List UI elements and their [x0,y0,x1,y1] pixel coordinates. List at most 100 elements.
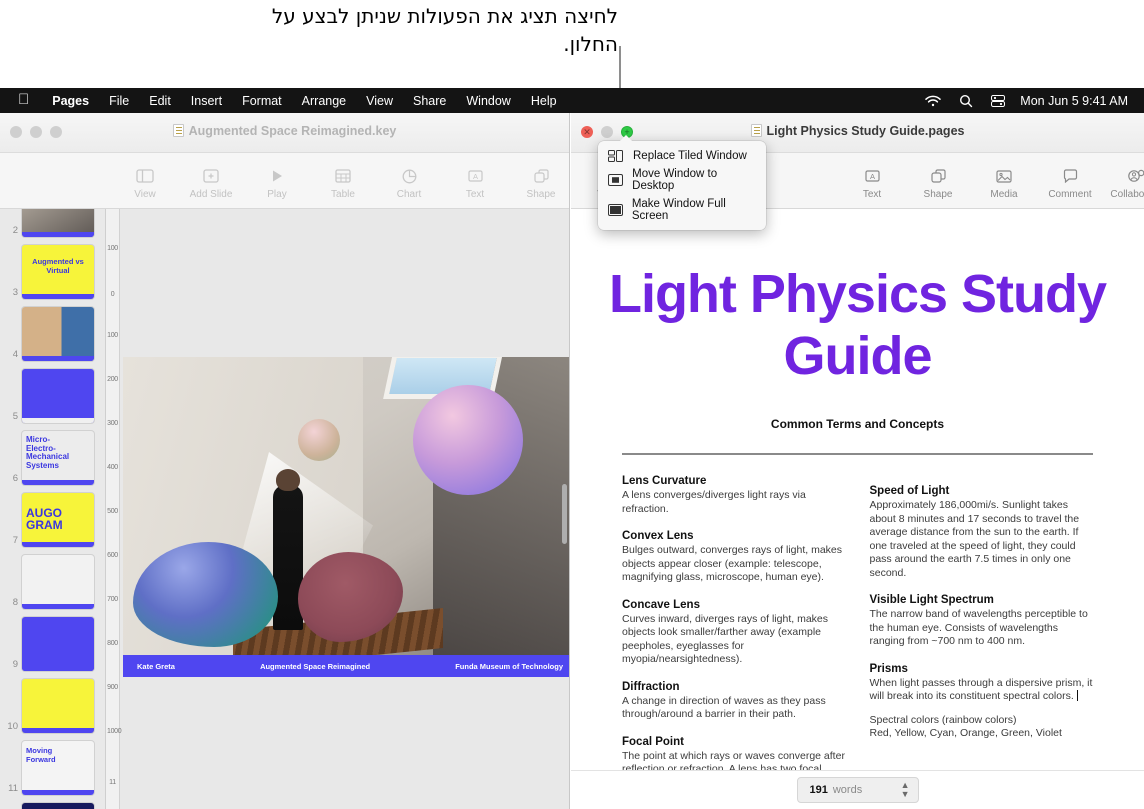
play-icon [270,166,284,186]
context-menu-item-replace-tiled-window[interactable]: Replace Tiled Window [598,146,766,165]
pages-toolbar-text[interactable]: A Text [839,161,905,200]
term-entry: Prisms When light passes through a dispe… [870,663,1094,741]
term-entry: Speed of Light Approximately 186,000mi/s… [870,485,1094,580]
context-menu-item-move-window-to-desktop[interactable]: Move Window to Desktop [598,165,766,195]
keynote-toolbar-shape-label: Shape [527,189,556,200]
text-cursor [1077,690,1078,701]
slide-thumbnail[interactable] [22,617,94,671]
slide-thumbnail-row[interactable]: 5 [0,361,105,423]
word-count-stepper-icon[interactable]: ▲▼ [901,781,910,799]
slide-canvas[interactable]: Kate Greta Augmented Space Reimagined Fu… [123,357,569,677]
keynote-toolbar-table-label: Table [331,189,355,200]
slide-thumbnail-row[interactable]: 8 [0,547,105,609]
pages-title-text: Light Physics Study Guide.pages [767,124,965,138]
term-heading: Lens Curvature [622,475,846,487]
slide-thumbnail-row[interactable]: 11 Moving Forward [0,733,105,795]
slide-thumbnail-row[interactable]: 7 AUGO GRAM [0,485,105,547]
control-center-icon[interactable] [982,95,1014,107]
slide-thumbnail[interactable]: Micro- Electro- Mechanical Systems [22,431,94,485]
keynote-toolbar-play-label: Play [267,189,286,200]
keynote-toolbar-chart[interactable]: Chart [376,161,442,200]
keynote-toolbar-add-slide-label: Add Slide [190,189,233,200]
menu-item-pages[interactable]: Pages [42,94,99,108]
slide-thumbnail-row[interactable]: 2 [0,209,105,237]
pages-toolbar-collaborate[interactable]: Collaborate [1103,161,1144,200]
menu-bar-clock[interactable]: Mon Jun 5 9:41 AM [1014,94,1136,108]
menu-item-help[interactable]: Help [521,94,567,108]
slide-thumbnail[interactable] [22,307,94,361]
slide-thumbnail-caption: Moving Forward [26,746,90,764]
slide-footer: Kate Greta Augmented Space Reimagined Fu… [123,655,569,677]
pages-toolbar-shape-label: Shape [924,189,953,200]
context-menu-item-label: Replace Tiled Window [633,150,747,162]
slide-thumbnail[interactable]: AUGO GRAM [22,493,94,547]
keynote-toolbar[interactable]: View Add Slide Play Table Chart [0,153,569,209]
keynote-toolbar-shape[interactable]: Shape [508,161,570,200]
pages-toolbar-comment[interactable]: Comment [1037,161,1103,200]
slide-thumbnail[interactable] [22,369,94,423]
slide-thumbnail-row[interactable]: 3 Augmented vs Virtual [0,237,105,299]
keynote-toolbar-chart-label: Chart [397,189,421,200]
chart-icon [402,166,417,186]
slide-thumbnail-row[interactable]: 9 [0,609,105,671]
keynote-toolbar-view[interactable]: View [112,161,178,200]
wifi-icon[interactable] [916,95,950,107]
slide-thumbnail-caption: Augmented vs Virtual [26,257,90,275]
document-columns: Lens Curvature A lens converges/diverges… [571,455,1144,804]
slide-thumbnail-row[interactable]: 12 [0,795,105,809]
slide-canvas-area[interactable]: 100 0 100 200 300 400 500 600 700 800 90… [106,209,569,809]
menu-item-window[interactable]: Window [456,94,520,108]
ruler-tick: 200 [107,376,118,383]
apple-menu-icon[interactable]:  [8,92,42,109]
term-body-extra: Spectral colors (rainbow colors) Red, Ye… [870,714,1094,741]
keynote-document-icon [173,124,184,137]
slide-thumbnail-row[interactable]: 6 Micro- Electro- Mechanical Systems [0,423,105,485]
menu-item-insert[interactable]: Insert [181,94,232,108]
pages-toolbar-shape[interactable]: Shape [905,161,971,200]
slide-thumbnail[interactable] [22,555,94,609]
slide-thumbnail[interactable] [22,803,94,809]
word-count-widget[interactable]: 191 words ▲▼ [797,777,919,803]
slide-footer-author: Kate Greta [123,662,175,671]
canvas-scrollbar[interactable] [562,484,567,544]
keynote-toolbar-text[interactable]: A Text [442,161,508,200]
callout-annotation-text: לחיצה תציג את הפעולות שניתן לבצע על החלו… [250,2,618,58]
slide-thumbnail-row[interactable]: 10 [0,671,105,733]
pages-toolbar-media-label: Media [990,189,1017,200]
menu-item-view[interactable]: View [356,94,403,108]
menu-item-format[interactable]: Format [232,94,292,108]
term-entry: Visible Light Spectrum The narrow band o… [870,594,1094,649]
search-icon[interactable] [950,94,982,108]
slide-thumbnail[interactable] [22,679,94,733]
menu-item-arrange[interactable]: Arrange [292,94,356,108]
make-window-full-screen-icon [608,204,624,217]
keynote-toolbar-add-slide[interactable]: Add Slide [178,161,244,200]
term-entry: Lens Curvature A lens converges/diverges… [622,475,846,516]
document-left-column: Lens Curvature A lens converges/diverges… [622,475,846,804]
keynote-window[interactable]: Augmented Space Reimagined.key View Add … [0,113,570,809]
pages-toolbar-media[interactable]: Media [971,161,1037,200]
view-icon [136,166,154,186]
pages-document-body[interactable]: Light Physics Study Guide Common Terms a… [571,209,1144,809]
keynote-toolbar-items: View Add Slide Play Table Chart [112,161,570,200]
slide-navigator[interactable]: 2 3 Augmented vs Virtual 4 [0,209,106,809]
keynote-titlebar[interactable]: Augmented Space Reimagined.key [0,113,569,153]
keynote-toolbar-play[interactable]: Play [244,161,310,200]
keynote-toolbar-table[interactable]: Table [310,161,376,200]
context-menu-item-make-window-full-screen[interactable]: Make Window Full Screen [598,195,766,225]
term-body: Approximately 186,000mi/s. Sunlight take… [870,499,1094,580]
ruler-tick: 400 [107,464,118,471]
menu-item-share[interactable]: Share [403,94,456,108]
context-menu-item-label: Make Window Full Screen [632,198,756,222]
term-heading: Focal Point [622,736,846,748]
table-icon [335,166,351,186]
menu-item-file[interactable]: File [99,94,139,108]
slide-sphere-large [413,385,523,495]
slide-thumbnail[interactable]: Augmented vs Virtual [22,245,94,299]
slide-thumbnail[interactable] [22,209,94,237]
slide-thumbnail-row[interactable]: 4 [0,299,105,361]
window-actions-context-menu[interactable]: Replace Tiled Window Move Window to Desk… [598,141,766,230]
menu-item-edit[interactable]: Edit [139,94,181,108]
slide-thumbnail[interactable]: Moving Forward [22,741,94,795]
slide-number: 6 [2,473,18,485]
